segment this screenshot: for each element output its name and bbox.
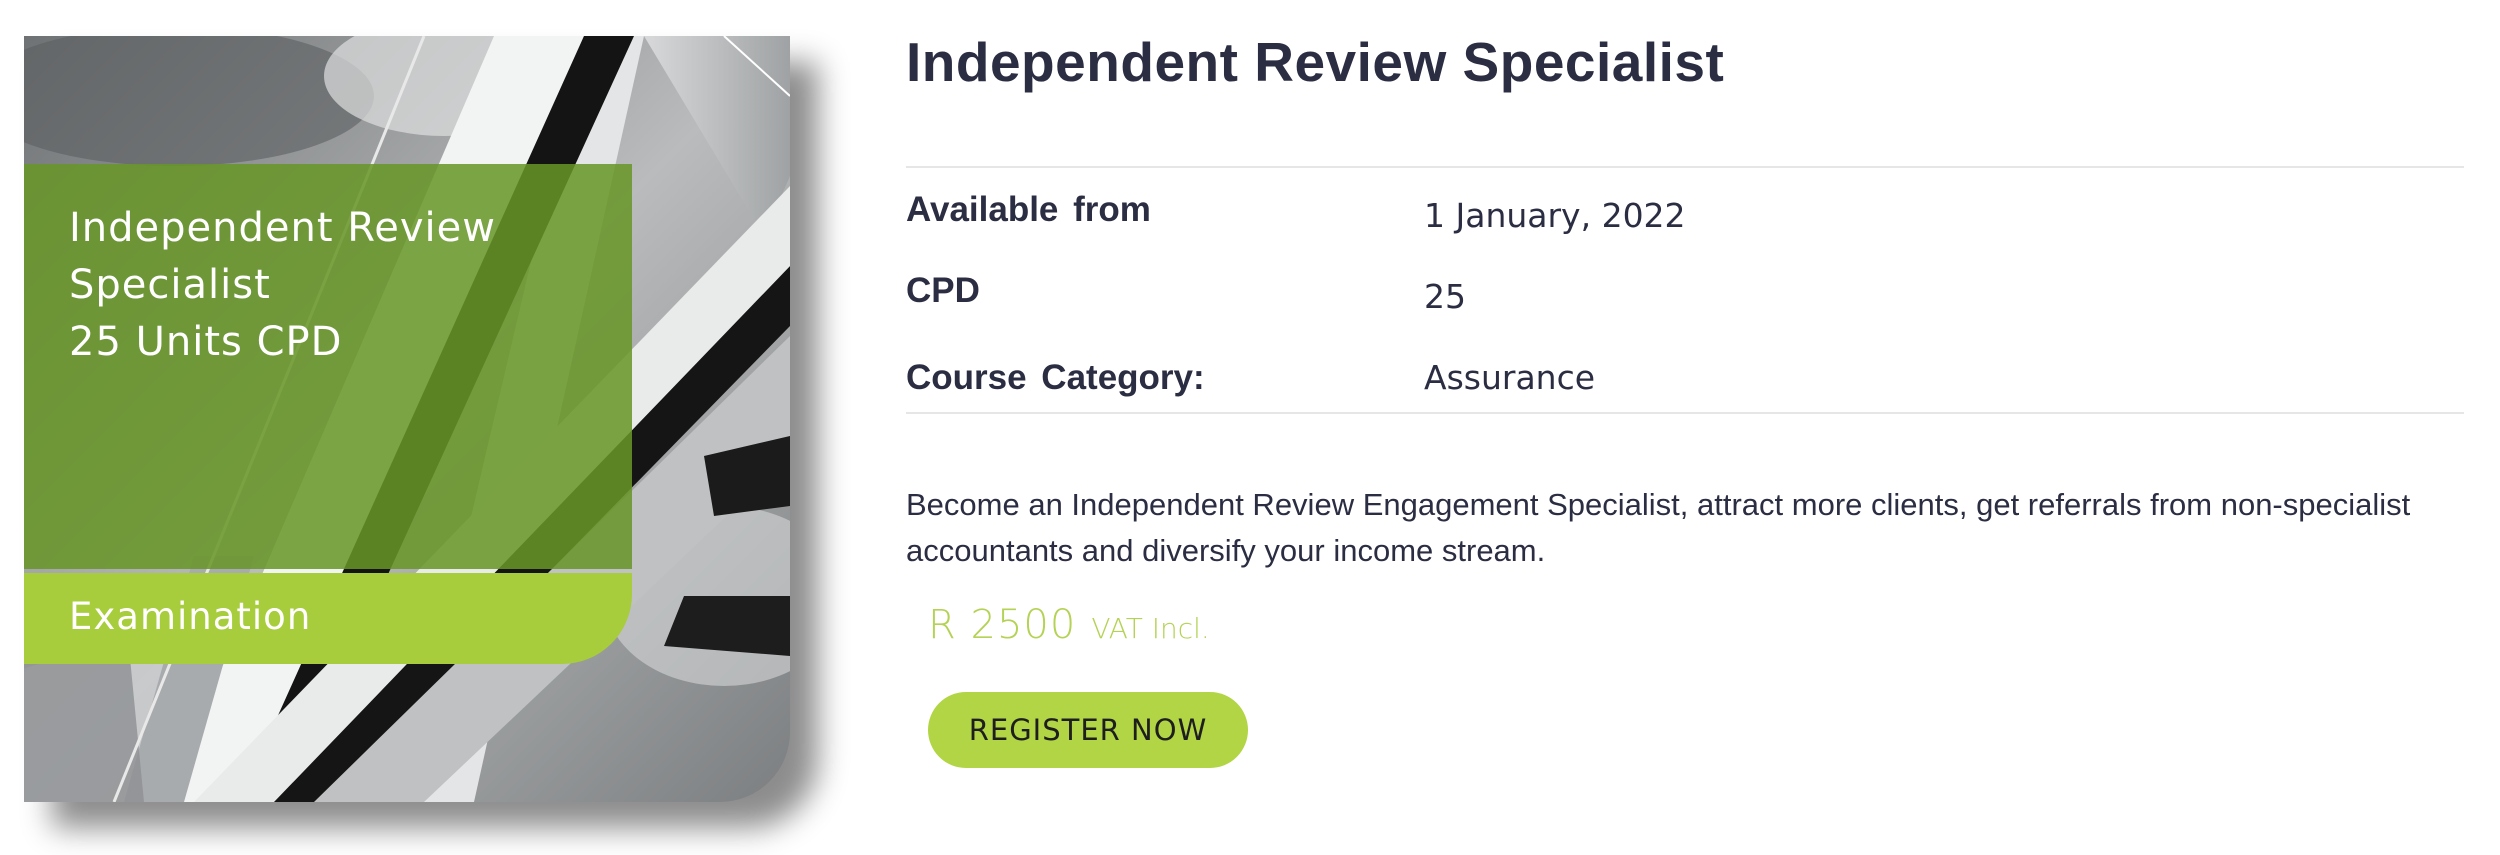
course-image[interactable]: Independent Review Specialist 25 Units C… bbox=[24, 36, 790, 802]
course-category-value: Assurance bbox=[1424, 358, 1596, 397]
examination-band: Examination bbox=[24, 573, 632, 664]
examination-label: Examination bbox=[69, 595, 312, 638]
course-category-label: Course Category: bbox=[906, 358, 1205, 397]
image-cpd-line: 25 Units CPD bbox=[69, 319, 343, 365]
divider bbox=[906, 412, 2464, 414]
image-course-title: Independent Review Specialist 25 Units C… bbox=[69, 200, 496, 371]
cpd-value: 25 bbox=[1424, 277, 1466, 316]
divider bbox=[906, 166, 2464, 168]
cpd-label: CPD bbox=[906, 271, 980, 310]
page-title: Independent Review Specialist bbox=[906, 31, 1725, 93]
price-vat-note: VAT Incl. bbox=[1091, 612, 1210, 645]
course-description: Become an Independent Review Engagement … bbox=[906, 487, 2411, 568]
price-amount: R 2500 bbox=[928, 602, 1077, 648]
price: R 2500 VAT Incl. bbox=[928, 602, 1210, 648]
available-from-label: Available from bbox=[906, 190, 1151, 229]
register-now-button[interactable]: REGISTER NOW bbox=[928, 692, 1248, 768]
course-title-panel: Independent Review Specialist 25 Units C… bbox=[24, 164, 632, 569]
image-title-line: Specialist bbox=[69, 262, 271, 308]
image-title-line: Independent Review bbox=[69, 205, 496, 251]
available-from-value: 1 January, 2022 bbox=[1424, 196, 1686, 235]
